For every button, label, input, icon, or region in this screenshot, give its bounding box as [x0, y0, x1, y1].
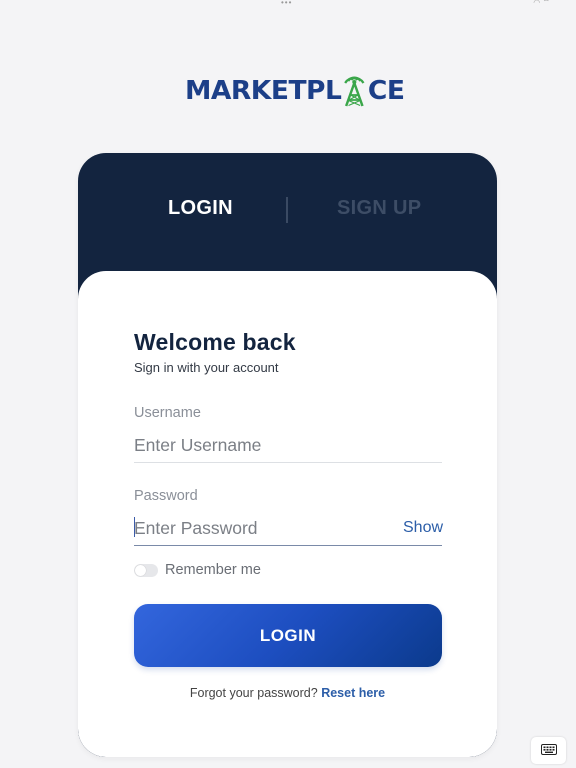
radio-tower-icon	[341, 72, 368, 108]
tab-login[interactable]: LOGIN	[168, 197, 233, 220]
tab-divider	[286, 197, 288, 223]
remember-me-label: Remember me	[165, 562, 261, 578]
text-cursor	[134, 517, 135, 537]
forgot-password-row: Forgot your password? Reset here	[78, 686, 497, 700]
page-title: Welcome back	[134, 329, 296, 355]
show-password-button[interactable]: Show	[403, 519, 443, 537]
toggle-knob	[135, 565, 146, 576]
password-input[interactable]	[134, 511, 442, 546]
forgot-password-text: Forgot your password?	[189, 686, 318, 700]
username-input[interactable]	[134, 428, 442, 463]
login-panel: Welcome back Sign in with your account U…	[78, 271, 497, 757]
marketplace-logo: MARKETPL CE	[185, 70, 405, 108]
auth-card: LOGIN SIGN UP Welcome back Sign in with …	[78, 153, 497, 757]
status-bar-dots: •••	[281, 0, 293, 7]
login-button[interactable]: LOGIN	[134, 604, 442, 667]
tab-signup[interactable]: SIGN UP	[337, 197, 421, 220]
auth-tabs: LOGIN SIGN UP	[78, 153, 497, 271]
logo-text-right: CE	[367, 76, 405, 106]
status-bar-indicators: ◠ ⌔	[533, 0, 550, 7]
keyboard-icon	[540, 742, 557, 760]
page-subtitle: Sign in with your account	[134, 360, 279, 375]
password-label: Password	[134, 488, 198, 504]
remember-me-toggle[interactable]	[134, 564, 158, 577]
username-label: Username	[134, 405, 201, 421]
reset-password-link[interactable]: Reset here	[321, 686, 385, 700]
logo-text-left: MARKETPL	[185, 76, 342, 106]
keyboard-toggle-button[interactable]	[531, 737, 566, 764]
